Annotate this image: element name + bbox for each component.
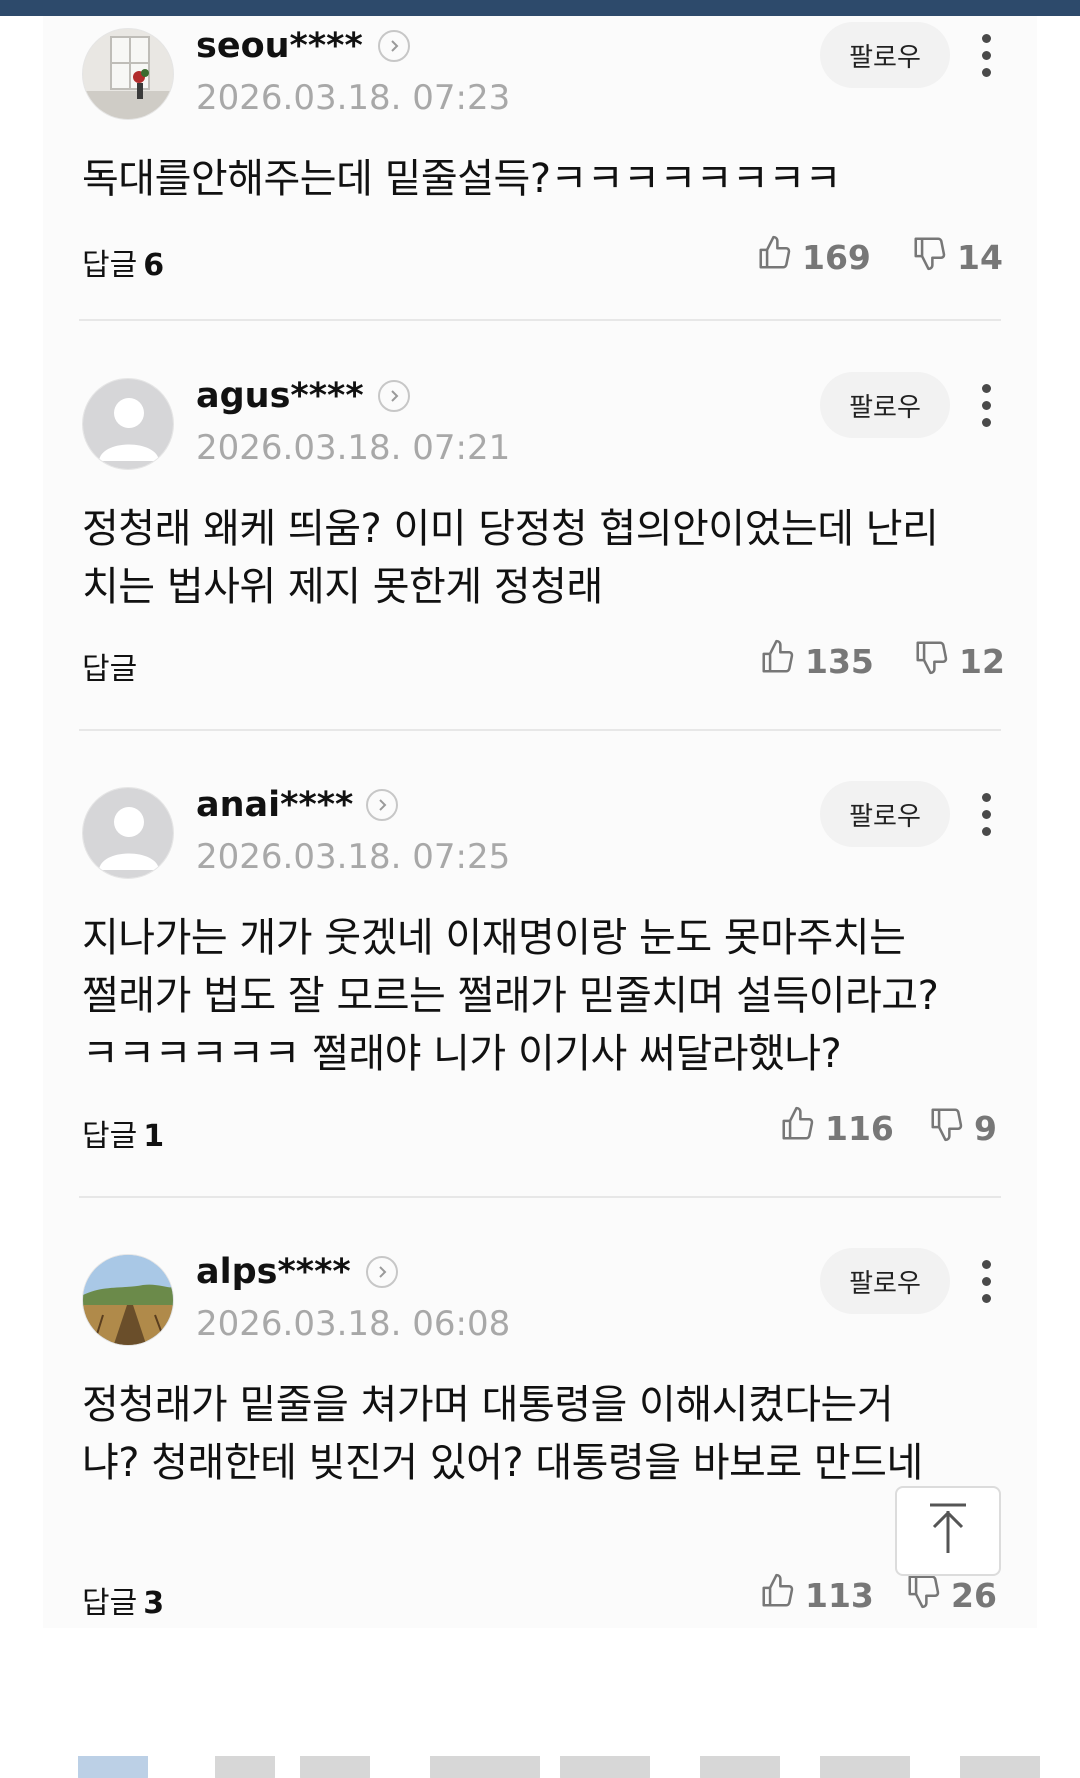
thumbs-up-icon xyxy=(756,234,794,280)
reply-button[interactable]: 답글 3 xyxy=(82,1578,164,1622)
dislike-button[interactable]: 12 xyxy=(913,638,1005,684)
follow-button[interactable]: 팔로우 xyxy=(820,1248,950,1314)
reply-count: 3 xyxy=(143,1586,165,1621)
comment-item: alps**** 2026.03.18. 06:08 팔로우 정청래가 밑줄을 … xyxy=(43,1248,1037,1628)
user-avatar[interactable] xyxy=(82,787,174,879)
thumbs-up-icon xyxy=(759,1572,797,1618)
divider xyxy=(79,1196,1001,1198)
reply-button[interactable]: 답글 1 xyxy=(82,1111,164,1155)
more-vertical-icon[interactable] xyxy=(978,793,994,841)
user-avatar[interactable] xyxy=(82,378,174,470)
comment-text: 독대를안해주는데 밑줄설득?ㅋㅋㅋㅋㅋㅋㅋㅋ xyxy=(82,156,841,202)
reply-label: 답글 xyxy=(82,1586,138,1621)
arrow-up-icon xyxy=(926,1501,970,1561)
user-avatar[interactable] xyxy=(82,28,174,120)
reply-count: 6 xyxy=(143,248,165,283)
dislike-button[interactable]: 14 xyxy=(911,234,1003,280)
follow-button[interactable]: 팔로우 xyxy=(820,372,950,438)
comment-item: agus**** 2026.03.18. 07:21 팔로우 정청래 왜케 띄움… xyxy=(43,372,1037,732)
thumbs-up-icon xyxy=(759,638,797,684)
scroll-to-top-button[interactable] xyxy=(895,1486,1001,1576)
username[interactable]: alps**** xyxy=(196,1252,351,1292)
comment-list: seou**** 2026.03.18. 07:23 팔로우 독대를안해주는데 … xyxy=(43,16,1037,1628)
comment-date: 2026.03.18. 07:25 xyxy=(196,837,511,877)
reply-button[interactable]: 답글 xyxy=(82,644,143,688)
comment-date: 2026.03.18. 07:23 xyxy=(196,78,511,118)
comment-text: 정청래 왜케 띄움? 이미 당정청 협의안이었는데 난리치는 법사위 제지 못한… xyxy=(82,506,939,610)
divider xyxy=(79,729,1001,731)
browser-top-bar xyxy=(0,0,1080,16)
comment-date: 2026.03.18. 07:21 xyxy=(196,428,511,468)
dislike-count: 26 xyxy=(951,1575,997,1615)
comment-text: 정청래가 밑줄을 쳐가며 대통령을 이해시켰다는거냐? 청래한테 빚진거 있어?… xyxy=(82,1382,923,1486)
comment-text: 지나가는 개가 웃겠네 이재명이랑 눈도 못마주치는 쩔래가 법도 잘 모르는 … xyxy=(82,915,939,1077)
thumbs-down-icon xyxy=(911,234,949,280)
comment-date: 2026.03.18. 06:08 xyxy=(196,1304,511,1344)
like-button[interactable]: 113 xyxy=(759,1572,874,1618)
comment-item: anai**** 2026.03.18. 07:25 팔로우 지나가는 개가 웃… xyxy=(43,781,1037,1201)
reply-button[interactable]: 답글 6 xyxy=(82,240,164,284)
reply-label: 답글 xyxy=(82,1119,138,1154)
chevron-right-icon[interactable] xyxy=(378,30,410,62)
thumbs-down-icon xyxy=(928,1105,966,1151)
follow-button[interactable]: 팔로우 xyxy=(820,781,950,847)
like-button[interactable]: 169 xyxy=(756,234,871,280)
like-count: 116 xyxy=(825,1108,894,1148)
reply-label: 답글 xyxy=(82,652,138,687)
chevron-right-icon[interactable] xyxy=(366,789,398,821)
like-count: 135 xyxy=(805,641,874,681)
next-section-peek xyxy=(0,1756,1080,1778)
reply-label: 답글 xyxy=(82,248,138,283)
thumbs-down-icon xyxy=(913,638,951,684)
more-vertical-icon[interactable] xyxy=(978,34,994,82)
reply-count: 1 xyxy=(143,1119,165,1154)
like-button[interactable]: 135 xyxy=(759,638,874,684)
dislike-count: 14 xyxy=(957,237,1003,277)
comment-item: seou**** 2026.03.18. 07:23 팔로우 독대를안해주는데 … xyxy=(43,22,1037,322)
thumbs-up-icon xyxy=(779,1105,817,1151)
chevron-right-icon[interactable] xyxy=(366,1256,398,1288)
dislike-button[interactable]: 26 xyxy=(905,1572,997,1618)
more-vertical-icon[interactable] xyxy=(978,1260,994,1308)
user-avatar[interactable] xyxy=(82,1254,174,1346)
username[interactable]: agus**** xyxy=(196,376,364,416)
username[interactable]: seou**** xyxy=(196,26,363,66)
like-count: 113 xyxy=(805,1575,874,1615)
follow-button[interactable]: 팔로우 xyxy=(820,22,950,88)
dislike-count: 9 xyxy=(974,1108,997,1148)
divider xyxy=(79,319,1001,321)
more-vertical-icon[interactable] xyxy=(978,384,994,432)
dislike-count: 12 xyxy=(959,641,1005,681)
like-button[interactable]: 116 xyxy=(779,1105,894,1151)
thumbs-down-icon xyxy=(905,1572,943,1618)
dislike-button[interactable]: 9 xyxy=(928,1105,997,1151)
like-count: 169 xyxy=(802,237,871,277)
chevron-right-icon[interactable] xyxy=(378,380,410,412)
username[interactable]: anai**** xyxy=(196,785,353,825)
